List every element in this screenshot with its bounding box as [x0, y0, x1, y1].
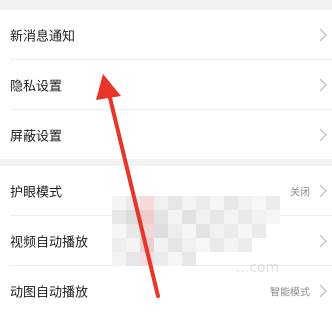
- row-label: 视频自动播放: [10, 235, 89, 250]
- row-label: 动图自动播放: [10, 285, 89, 300]
- settings-group-primary: 新消息通知 隐私设置 屏蔽设置: [0, 10, 332, 159]
- chevron-right-icon: [319, 234, 327, 247]
- row-value: 关闭: [290, 187, 310, 198]
- row-value: 智能模式: [270, 287, 310, 298]
- row-label: 护眼模式: [10, 185, 63, 200]
- row-label: 屏蔽设置: [10, 129, 63, 144]
- row-privacy-settings[interactable]: 隐私设置: [0, 60, 332, 109]
- row-eye-protection-mode[interactable]: 护眼模式 关闭: [0, 166, 332, 215]
- row-new-message-notification[interactable]: 新消息通知: [0, 10, 332, 59]
- row-video-autoplay[interactable]: 视频自动播放: [0, 216, 332, 265]
- top-separator: [0, 0, 332, 10]
- chevron-right-icon: [319, 128, 327, 141]
- chevron-right-icon: [319, 78, 327, 91]
- chevron-right-icon: [319, 28, 327, 41]
- row-label: 隐私设置: [10, 79, 63, 94]
- row-label: 新消息通知: [10, 29, 76, 44]
- row-gif-autoplay[interactable]: 动图自动播放 智能模式: [0, 266, 332, 315]
- row-block-settings[interactable]: 屏蔽设置: [0, 110, 332, 159]
- chevron-right-icon: [319, 184, 327, 197]
- settings-group-playback: 护眼模式 关闭 视频自动播放 动图自动播放 智能模式: [0, 166, 332, 315]
- chevron-right-icon: [319, 284, 327, 297]
